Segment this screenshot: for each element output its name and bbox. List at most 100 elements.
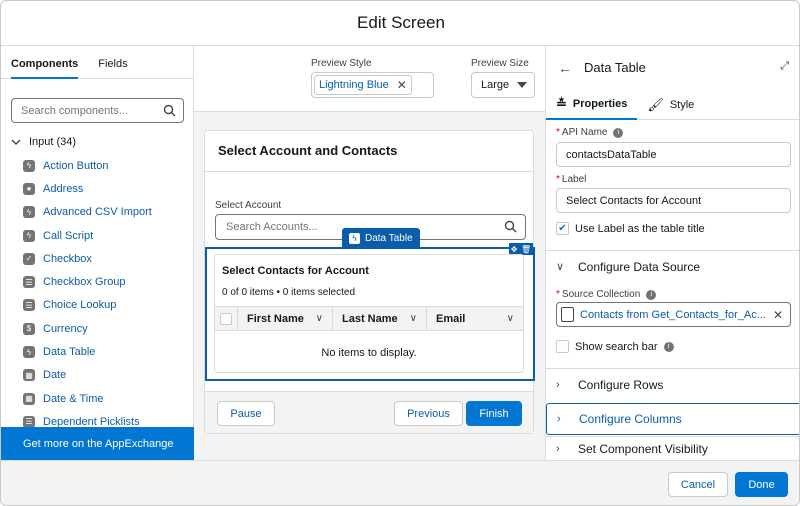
component-call-script[interactable]: ϟ Call Script (23, 224, 152, 247)
required-marker: * (556, 174, 560, 185)
component-checkbox-group[interactable]: ☰ Checkbox Group (23, 270, 152, 293)
caret-down-icon (517, 82, 527, 88)
component-action-button[interactable]: ϟ Action Button (23, 154, 152, 177)
checkmark-icon: ✔ (556, 222, 569, 235)
preview-style-label: Preview Style (311, 58, 372, 69)
data-table-header: First Name ∨ Last Name ∨ Email ∨ (215, 306, 523, 331)
source-collection-pill[interactable]: Contacts from Get_Contacts_for_Ac... ✕ (556, 302, 791, 327)
info-icon[interactable]: i (663, 341, 674, 352)
currency-icon: $ (23, 322, 35, 335)
panel-tabs: Components Fields (1, 46, 193, 79)
component-date-time[interactable]: ▦ Date & Time (23, 387, 152, 410)
screen-canvas: Preview Style Lightning Blue ✕ Preview S… (194, 46, 545, 460)
bolt-icon: ϟ (23, 346, 35, 359)
done-button[interactable]: Done (735, 472, 788, 497)
preview-size-label: Preview Size (471, 58, 529, 69)
api-name-input[interactable]: contactsDataTable (556, 142, 791, 167)
data-table-tag: ϟ Data Table (342, 228, 420, 248)
properties-header: ← Data Table ⤢ (546, 46, 799, 89)
chevron-right-icon: › (556, 442, 560, 455)
empty-checkbox (556, 340, 569, 353)
location-pin-icon: ● (23, 182, 35, 195)
modal-title: Edit Screen (357, 13, 445, 32)
search-icon (163, 104, 176, 117)
chevron-down-icon[interactable]: ∨ (410, 313, 417, 324)
divider (205, 171, 533, 172)
preview-style-pill[interactable]: Lightning Blue ✕ (314, 75, 412, 95)
tab-components[interactable]: Components (11, 46, 79, 79)
remove-icon[interactable]: ✕ (773, 308, 783, 322)
component-date[interactable]: ▦ Date (23, 364, 152, 387)
search-icon (504, 220, 517, 233)
source-collection-label: * Source Collection i (556, 289, 657, 300)
component-address[interactable]: ● Address (23, 177, 152, 200)
section-configure-rows[interactable]: › Configure Rows (546, 368, 799, 400)
edit-screen-modal: Edit Screen Components Fields Search com… (0, 0, 800, 506)
brush-icon: 🖌 (647, 96, 664, 112)
calendar-icon: ▦ (23, 392, 35, 405)
calendar-icon: ▦ (23, 369, 35, 382)
column-first-name[interactable]: First Name ∨ (238, 307, 333, 330)
chevron-right-icon: › (557, 413, 561, 425)
screen-title: Select Account and Contacts (218, 143, 398, 158)
chevron-down-icon: ∨ (556, 261, 565, 273)
cancel-button[interactable]: Cancel (668, 472, 728, 497)
search-components-input[interactable]: Search components... (11, 98, 184, 123)
tab-fields[interactable]: Fields (98, 46, 127, 78)
component-list: ϟ Action Button ● Address ϟ Advanced CSV Im… (23, 154, 152, 434)
previous-button[interactable]: Previous (394, 401, 463, 426)
properties-icon: ≛ (556, 95, 567, 111)
collection-icon (561, 307, 574, 322)
info-icon[interactable]: i (613, 127, 624, 138)
component-currency[interactable]: $ Currency (23, 317, 152, 340)
bolt-icon: ϟ (23, 206, 35, 219)
expand-icon[interactable]: ⤢ (780, 60, 789, 73)
select-all-checkbox[interactable] (220, 312, 232, 325)
properties-tabs: ≛ Properties 🖌 Style (546, 89, 799, 120)
screen-footer: Pause Previous Finish (205, 391, 533, 433)
group-label: Input (34) (29, 136, 77, 148)
properties-panel: ← Data Table ⤢ ≛ Properties 🖌 Style * AP… (545, 46, 799, 460)
empty-message: No items to display. (321, 347, 417, 359)
components-panel: Components Fields Search components... I… (1, 46, 194, 460)
delete-icon[interactable]: 🗑 (521, 245, 531, 254)
label-field-label: * Label (556, 174, 587, 185)
data-table-title: Select Contacts for Account (222, 265, 369, 277)
checkbox-icon: ✓ (23, 252, 35, 265)
search-placeholder: Search components... (21, 104, 129, 117)
remove-pill-icon[interactable]: ✕ (397, 78, 407, 92)
pause-button[interactable]: Pause (217, 401, 275, 426)
finish-button[interactable]: Finish (466, 401, 522, 426)
chevron-right-icon: › (556, 378, 560, 391)
component-advanced-csv-import[interactable]: ϟ Advanced CSV Import (23, 201, 152, 224)
required-marker: * (556, 289, 560, 300)
move-icon[interactable]: ✥ (511, 245, 518, 254)
info-icon[interactable]: i (646, 289, 657, 300)
section-component-visibility[interactable]: › Set Component Visibility (546, 436, 799, 460)
section-configure-data-source[interactable]: ∨ Configure Data Source (546, 250, 799, 282)
column-email[interactable]: Email ∨ (427, 307, 523, 330)
bolt-icon: ϟ (349, 232, 360, 244)
required-marker: * (556, 127, 560, 138)
screen-preview-card: Select Account and Contacts Select Accou… (204, 130, 535, 434)
appexchange-link[interactable]: Get more on the AppExchange (1, 427, 194, 460)
component-choice-lookup[interactable]: ☰ Choice Lookup (23, 294, 152, 317)
chevron-down-icon[interactable]: ∨ (316, 313, 323, 324)
preview-style-field[interactable]: Lightning Blue ✕ (311, 72, 434, 98)
section-configure-columns[interactable]: › Configure Columns (546, 403, 799, 435)
use-label-title-checkbox[interactable]: ✔ Use Label as the table title (556, 222, 705, 235)
show-search-bar-checkbox[interactable]: Show search bar i (556, 340, 674, 353)
component-checkbox[interactable]: ✓ Checkbox (23, 247, 152, 270)
label-input[interactable]: Select Contacts for Account (556, 188, 791, 213)
back-arrow-icon[interactable]: ← (558, 60, 572, 76)
component-data-table[interactable]: ϟ Data Table (23, 340, 152, 363)
list-icon: ☰ (23, 299, 35, 312)
select-account-label: Select Account (215, 200, 282, 211)
tab-properties[interactable]: ≛ Properties (546, 89, 638, 120)
preview-size-select[interactable]: Large (471, 72, 535, 98)
tab-style[interactable]: 🖌 Style (637, 89, 704, 120)
chevron-down-icon[interactable]: ∨ (507, 313, 514, 324)
group-input-header[interactable]: Input (34) (11, 136, 76, 148)
data-table-preview: Select Contacts for Account 0 of 0 items… (214, 254, 524, 373)
column-last-name[interactable]: Last Name ∨ (333, 307, 427, 330)
